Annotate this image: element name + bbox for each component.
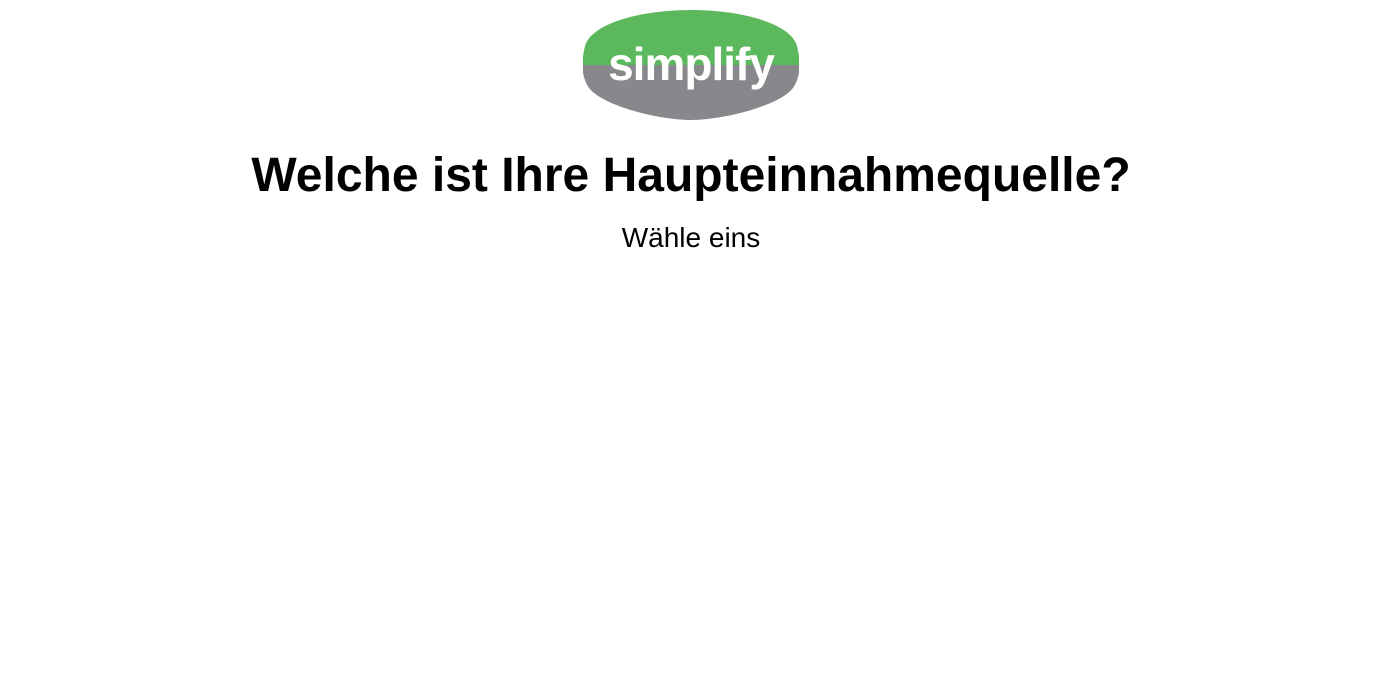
question-subtitle: Wähle eins: [621, 222, 761, 253]
simplify-logo[interactable]: simplify: [583, 10, 799, 120]
page: simplify Welche ist Ihre Haupteinnahmequ…: [0, 0, 1382, 683]
logo-wordmark: simplify: [608, 38, 775, 90]
question-title: Welche ist Ihre Haupteinnahmequelle?: [251, 149, 1131, 202]
logo-graphic: simplify: [583, 10, 799, 120]
